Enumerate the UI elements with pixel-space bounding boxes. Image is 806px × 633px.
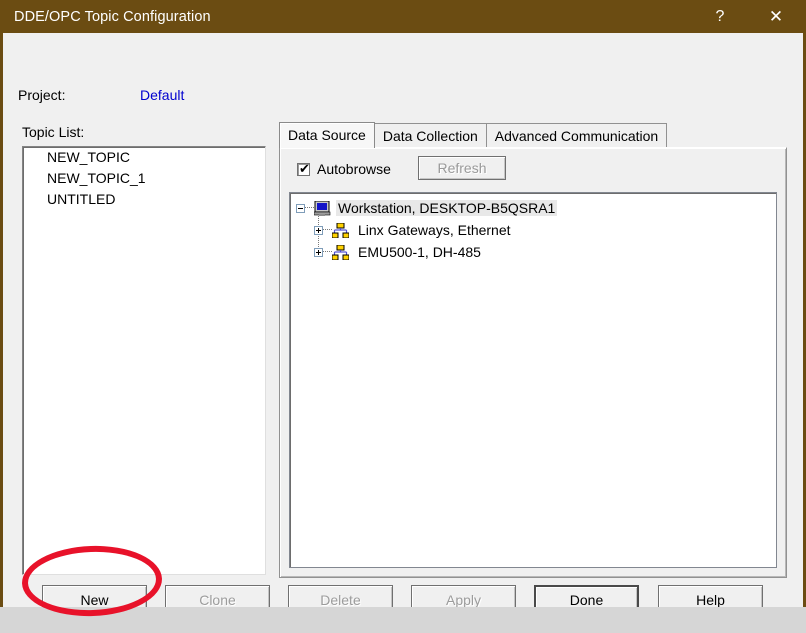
tab-data-collection[interactable]: Data Collection — [373, 123, 487, 148]
title-bar[interactable]: DDE/OPC Topic Configuration ? ✕ — [3, 0, 803, 33]
tab-data-source[interactable]: Data Source — [279, 122, 375, 148]
dde-opc-topic-configuration-dialog: DDE/OPC Topic Configuration ? ✕ Project:… — [0, 0, 806, 615]
refresh-button: Refresh — [418, 156, 506, 180]
refresh-button-label: Refresh — [437, 160, 487, 176]
tree-dotted-line — [323, 251, 332, 253]
delete-button-label: Delete — [320, 592, 361, 608]
project-label: Project: — [18, 87, 66, 103]
autobrowse-label: Autobrowse — [317, 161, 391, 177]
title-help-icon[interactable]: ? — [697, 0, 743, 33]
monitor-icon — [313, 200, 331, 216]
expander-plus-icon[interactable] — [314, 225, 323, 235]
tree-item-workstation[interactable]: Workstation, DESKTOP-B5QSRA1 — [290, 197, 776, 219]
tab-control: Data Source Data Collection Advanced Com… — [279, 122, 787, 578]
list-item[interactable]: NEW_TOPIC — [23, 147, 265, 168]
close-glyph: ✕ — [768, 6, 784, 26]
tab-advanced-communication[interactable]: Advanced Communication — [485, 123, 668, 148]
list-item[interactable]: UNTITLED — [23, 189, 265, 210]
data-source-tree[interactable]: Workstation, DESKTOP-B5QSRA1 Linx Gatewa… — [289, 192, 777, 568]
tab-strip: Data Source Data Collection Advanced Com… — [279, 122, 787, 148]
tree-item-label: Workstation, DESKTOP-B5QSRA1 — [336, 200, 558, 216]
tab-panel-data-source: ✔ Autobrowse Refresh Workstation, DESKTO… — [279, 147, 787, 578]
project-value[interactable]: Default — [140, 87, 184, 103]
checkmark-icon: ✔ — [299, 160, 310, 176]
autobrowse-row[interactable]: ✔ Autobrowse — [297, 161, 391, 177]
tree-dotted-line — [305, 207, 314, 209]
apply-button-label: Apply — [445, 592, 482, 608]
tree-item-linx-gateways[interactable]: Linx Gateways, Ethernet — [290, 219, 776, 241]
tree-item-label: EMU500-1, DH-485 — [358, 244, 481, 260]
tree-dotted-line — [323, 229, 332, 231]
topic-list-box[interactable]: NEW_TOPIC NEW_TOPIC_1 UNTITLED — [22, 146, 266, 575]
expander-plus-icon[interactable] — [314, 247, 323, 257]
expander-minus-icon[interactable] — [296, 203, 305, 213]
tab-label: Data Source — [288, 127, 366, 143]
dialog-client-area: Project: Default Topic List: NEW_TOPIC N… — [3, 33, 803, 615]
new-button-label: New — [80, 592, 109, 608]
tree-item-label: Linx Gateways, Ethernet — [358, 222, 511, 238]
window-title: DDE/OPC Topic Configuration — [14, 8, 211, 25]
network-icon — [331, 244, 350, 260]
close-icon[interactable]: ✕ — [753, 0, 799, 33]
network-icon — [331, 222, 350, 238]
tab-label: Advanced Communication — [494, 128, 659, 144]
topic-list-label: Topic List: — [22, 124, 85, 140]
tree-item-emu500[interactable]: EMU500-1, DH-485 — [290, 241, 776, 263]
clone-button-label: Clone — [199, 592, 236, 608]
desktop-background-strip — [0, 607, 806, 619]
list-item[interactable]: NEW_TOPIC_1 — [23, 168, 265, 189]
autobrowse-checkbox[interactable]: ✔ — [297, 160, 310, 176]
help-glyph: ? — [715, 7, 725, 25]
done-button-label: Done — [569, 592, 604, 608]
tab-label: Data Collection — [382, 128, 478, 144]
help-button-label: Help — [696, 592, 725, 608]
